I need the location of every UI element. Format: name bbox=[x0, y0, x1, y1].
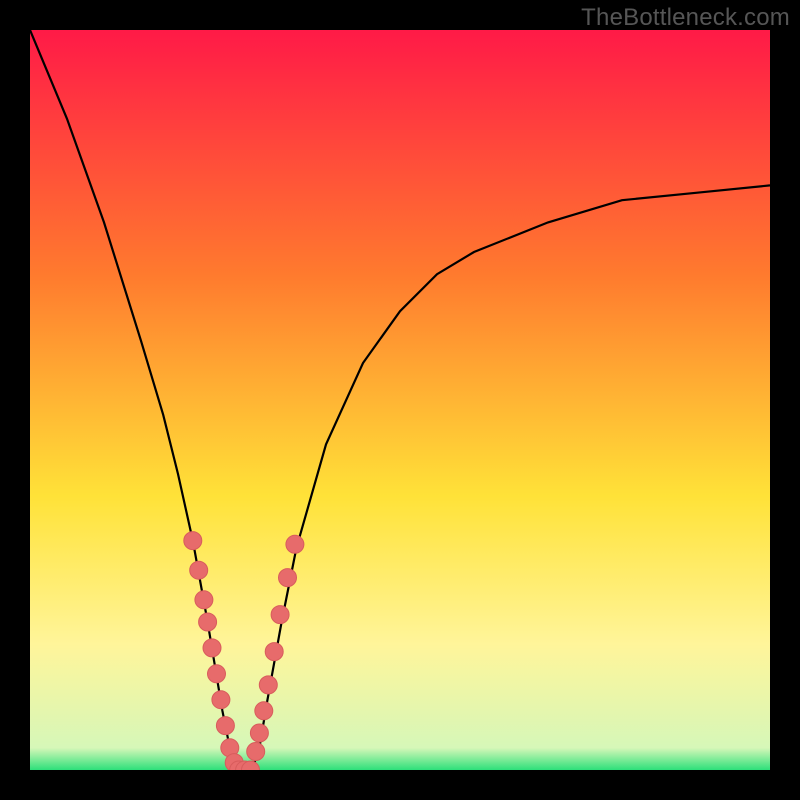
marker-point bbox=[199, 613, 217, 631]
marker-point bbox=[190, 561, 208, 579]
marker-point bbox=[212, 691, 230, 709]
marker-point bbox=[247, 743, 265, 761]
marker-point bbox=[255, 702, 273, 720]
marker-point bbox=[250, 724, 268, 742]
marker-point bbox=[279, 569, 297, 587]
marker-point bbox=[208, 665, 226, 683]
heatmap-background bbox=[30, 30, 770, 770]
watermark-text: TheBottleneck.com bbox=[581, 4, 790, 32]
plot-area bbox=[30, 30, 770, 770]
marker-point bbox=[184, 532, 202, 550]
marker-point bbox=[265, 643, 283, 661]
marker-point bbox=[286, 535, 304, 553]
marker-point bbox=[195, 591, 213, 609]
marker-point bbox=[216, 717, 234, 735]
chart-svg bbox=[30, 30, 770, 770]
marker-point bbox=[259, 676, 277, 694]
marker-point bbox=[271, 606, 289, 624]
chart-frame: TheBottleneck.com bbox=[0, 0, 800, 800]
marker-point bbox=[203, 639, 221, 657]
